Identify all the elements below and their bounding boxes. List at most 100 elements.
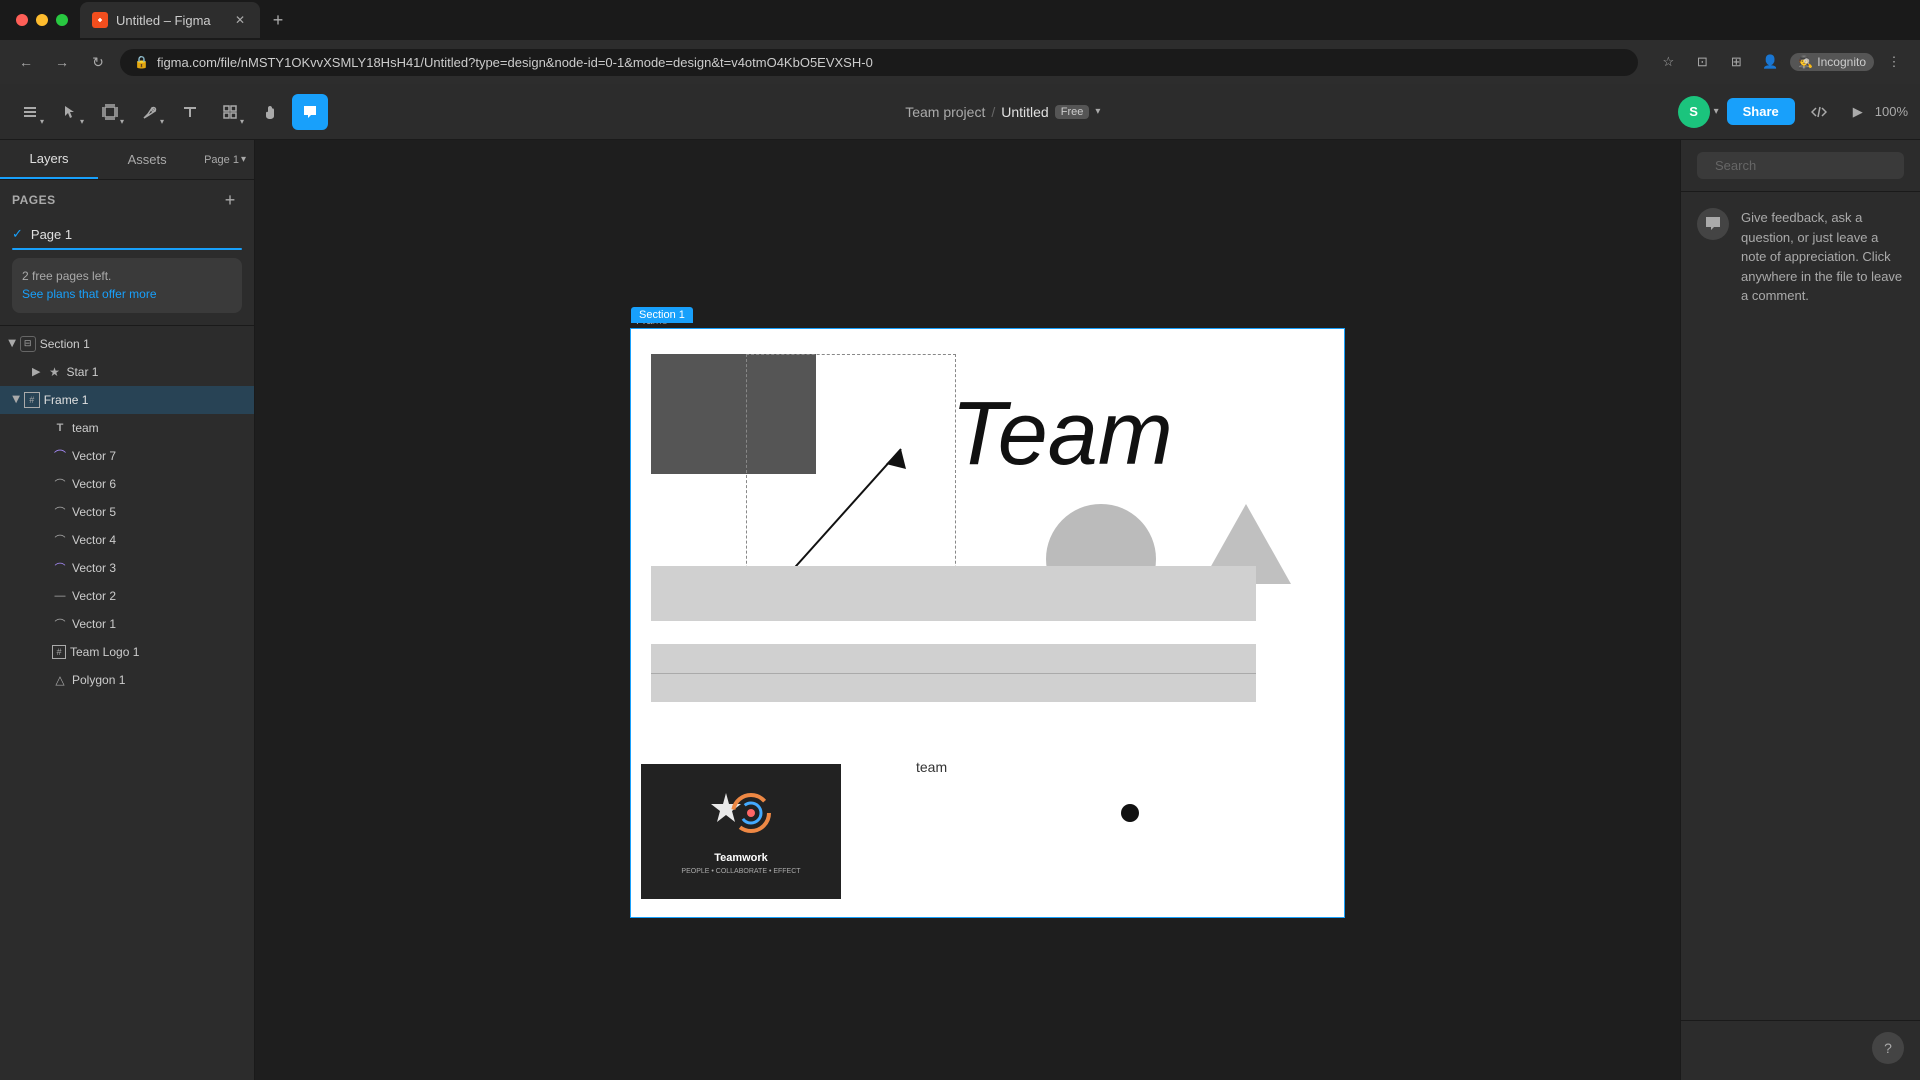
search-input[interactable] — [1715, 158, 1891, 173]
comment-section: Give feedback, ask a question, or just l… — [1681, 192, 1920, 1020]
polygon-1-layer[interactable]: △ Polygon 1 — [0, 666, 254, 694]
text-tool[interactable] — [172, 94, 208, 130]
add-page-btn[interactable]: + — [218, 188, 242, 212]
hand-tool[interactable] — [252, 94, 288, 130]
vector-3-icon: ⌒ — [52, 560, 68, 576]
code-view-btn[interactable] — [1803, 96, 1835, 128]
components-tool[interactable]: ▾ — [212, 94, 248, 130]
badge-chevron[interactable]: ▾ — [1095, 106, 1100, 117]
figma-favicon — [92, 12, 108, 28]
screen-share-btn[interactable]: ⊡ — [1688, 48, 1716, 76]
frame-tool[interactable]: ▾ — [92, 94, 128, 130]
left-tool-group: ▾ ▾ ▾ — [12, 94, 328, 130]
play-group: ▶ 100% — [1843, 99, 1908, 125]
help-button[interactable]: ? — [1872, 1032, 1904, 1064]
new-tab-btn[interactable]: + — [264, 6, 292, 34]
free-badge: Free — [1055, 105, 1090, 119]
vector-1-layer[interactable]: ⌒ Vector 1 — [0, 610, 254, 638]
page-indicator — [12, 248, 242, 250]
back-btn[interactable]: ← — [12, 48, 40, 76]
gray-bar-1 — [651, 566, 1256, 621]
toolbar-right: S ▾ Share ▶ 100% — [1678, 96, 1908, 128]
page-1-name: Page 1 — [31, 227, 72, 242]
incognito-label: Incognito — [1817, 55, 1866, 69]
lock-icon[interactable]: 🔒 — [206, 392, 222, 408]
pages-section-header: Pages + — [0, 180, 254, 220]
refresh-btn[interactable]: ↻ — [84, 48, 112, 76]
window-maximize-btn[interactable] — [56, 14, 68, 26]
vector-5-layer[interactable]: ⌒ Vector 5 — [0, 498, 254, 526]
share-button[interactable]: Share — [1727, 98, 1795, 125]
figma-app: ▾ ▾ ▾ — [0, 84, 1920, 1080]
menu-chevron: ▾ — [40, 117, 44, 126]
tab-layers[interactable]: Layers — [0, 140, 98, 179]
team-logo-layer[interactable]: # Team Logo 1 — [0, 638, 254, 666]
menu-btn[interactable]: ⋮ — [1880, 48, 1908, 76]
vector-7-layer[interactable]: ⌒ Vector 7 — [0, 442, 254, 470]
frame-icon: # — [24, 392, 40, 408]
browser-chrome: Untitled – Figma ✕ + ← → ↻ 🔒 figma.com/f… — [0, 0, 1920, 84]
vector-6-layer[interactable]: ⌒ Vector 6 — [0, 470, 254, 498]
user-avatar[interactable]: S — [1678, 96, 1710, 128]
vector-3-name: Vector 3 — [72, 561, 242, 575]
play-btn[interactable]: ▶ — [1843, 99, 1873, 125]
page-selector[interactable]: Page 1 — [204, 154, 239, 166]
star-1-layer[interactable]: ▶ ★ Star 1 — [0, 358, 254, 386]
left-panel: Layers Assets Page 1 ▾ Pages + ✓ Page 1 … — [0, 140, 255, 1080]
pages-title: Pages — [12, 193, 56, 207]
comment-guide-text: Give feedback, ask a question, or just l… — [1741, 208, 1904, 306]
pen-tool[interactable]: ▾ — [132, 94, 168, 130]
section-icon: ⊟ — [20, 336, 36, 352]
move-chevron: ▾ — [80, 117, 84, 126]
frame-expand-icon: ▶ — [10, 396, 21, 404]
toolbar-center: Team project / Untitled Free ▾ — [336, 104, 1670, 120]
incognito-badge[interactable]: 🕵 Incognito — [1790, 53, 1874, 71]
bookmark-btn[interactable]: ☆ — [1654, 48, 1682, 76]
design-frame[interactable]: Section 1 Team — [630, 328, 1345, 918]
tab-assets[interactable]: Assets — [98, 140, 196, 179]
comment-tool[interactable] — [292, 94, 328, 130]
section-1-canvas-label: Section 1 — [631, 307, 693, 323]
vector-2-layer[interactable]: — Vector 2 — [0, 582, 254, 610]
url-bar[interactable]: 🔒 figma.com/file/nMSTY1OKvvXSMLY18HsH41/… — [120, 49, 1638, 76]
tab-close-btn[interactable]: ✕ — [232, 12, 248, 28]
project-name[interactable]: Team project — [905, 104, 985, 120]
frame-1-layer[interactable]: ▶ # Frame 1 🔒 👁 — [0, 386, 254, 414]
pen-chevron: ▾ — [160, 117, 164, 126]
zoom-level[interactable]: 100% — [1875, 104, 1908, 119]
panel-divider — [0, 325, 254, 326]
window-minimize-btn[interactable] — [36, 14, 48, 26]
vector-3-layer[interactable]: ⌒ Vector 3 — [0, 554, 254, 582]
visibility-icon[interactable]: 👁 — [226, 392, 242, 408]
avatar-chevron[interactable]: ▾ — [1714, 106, 1719, 117]
extensions-btn[interactable]: ⊞ — [1722, 48, 1750, 76]
gray-bar-2 — [651, 644, 1256, 702]
svg-text:Team: Team — [951, 384, 1173, 484]
star-icon: ★ — [46, 364, 62, 380]
menu-btn[interactable]: ▾ — [12, 94, 48, 130]
team-text-layer[interactable]: T team — [0, 414, 254, 442]
canvas[interactable]: Frame Section 1 Team — [255, 140, 1680, 1080]
handwriting-svg: Team — [941, 344, 1221, 494]
profile-btn[interactable]: 👤 — [1756, 48, 1784, 76]
comment-icon — [1697, 208, 1729, 240]
vector-1-name: Vector 1 — [72, 617, 242, 631]
right-panel-top — [1681, 140, 1920, 192]
tab-title: Untitled – Figma — [116, 13, 224, 28]
window-close-btn[interactable] — [16, 14, 28, 26]
move-tool[interactable]: ▾ — [52, 94, 88, 130]
page-1-item[interactable]: ✓ Page 1 — [0, 220, 254, 248]
section-1-header[interactable]: ▶ ⊟ Section 1 — [0, 330, 254, 358]
breadcrumb-sep: / — [991, 104, 995, 120]
team-logo-name: Team Logo 1 — [70, 645, 242, 659]
search-box[interactable] — [1697, 152, 1904, 179]
black-dot — [1121, 804, 1139, 822]
vector-4-layer[interactable]: ⌒ Vector 4 — [0, 526, 254, 554]
browser-tab-active[interactable]: Untitled – Figma ✕ — [80, 2, 260, 38]
forward-btn[interactable]: → — [48, 48, 76, 76]
team-logo-icon: # — [52, 645, 66, 659]
page-selector-chevron[interactable]: ▾ — [241, 154, 246, 165]
vector-1-icon: ⌒ — [52, 616, 68, 632]
free-notice-link[interactable]: See plans that offer more — [22, 287, 157, 301]
url-text: figma.com/file/nMSTY1OKvvXSMLY18HsH41/Un… — [157, 55, 1624, 70]
